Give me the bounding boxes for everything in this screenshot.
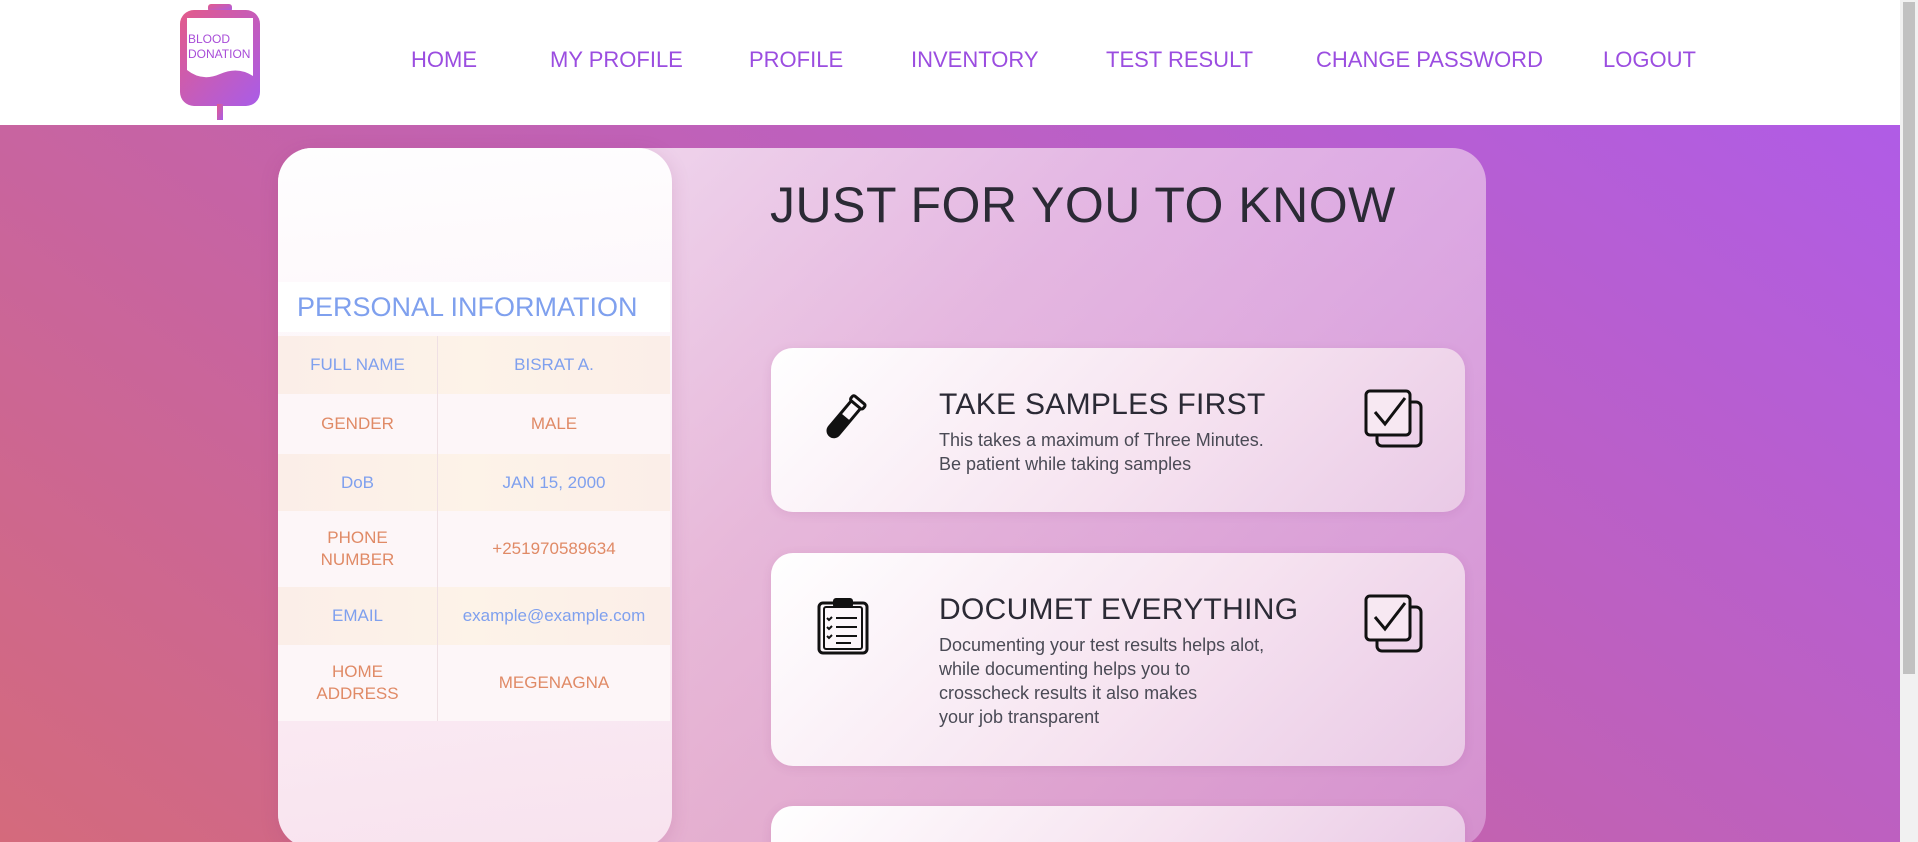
full-name-value: BISRAT A. — [514, 355, 594, 374]
nav-test-result[interactable]: TEST RESULT — [1106, 47, 1253, 73]
gender-value: MALE — [530, 414, 578, 433]
profile-header: PERSONAL INFORMATION — [278, 282, 670, 332]
blood-bag-icon — [180, 4, 260, 120]
nav-logout[interactable]: LOGOUT — [1603, 47, 1696, 73]
page-heading: JUST FOR YOU TO KNOW — [770, 177, 1396, 233]
checkbox-checked-icon — [1364, 594, 1423, 653]
table-row-gender: GENDER MALE — [278, 394, 670, 454]
card-description: Documenting your test results helps alot… — [939, 635, 1265, 727]
email-label: EMAIL — [278, 587, 438, 645]
table-row-address: HOME ADDRESS MEGENAGNA — [278, 645, 670, 721]
scrollbar-thumb[interactable] — [1903, 2, 1915, 674]
profile-card: PERSONAL INFORMATION FULL NAME BISRAT A.… — [278, 148, 672, 842]
checkbox-checked-icon — [1364, 389, 1423, 448]
phone-label: PHONE NUMBER — [278, 511, 438, 587]
info-card-samples: TAKE SAMPLES FIRST This takes a maximum … — [771, 348, 1465, 512]
full-name-label: FULL NAME — [278, 336, 438, 394]
profile-title: PERSONAL INFORMATION — [297, 292, 638, 322]
nav-change-password[interactable]: CHANGE PASSWORD — [1316, 47, 1543, 73]
blood-donation-logo[interactable]: BLOOD DONATION — [178, 4, 262, 120]
nav-my-profile[interactable]: MY PROFILE — [550, 47, 683, 73]
email-value: example@example.com — [462, 606, 646, 625]
vertical-scrollbar[interactable] — [1900, 0, 1918, 842]
logo-text: BLOOD DONATION — [188, 32, 251, 61]
nav-inventory[interactable]: INVENTORY — [911, 47, 1039, 73]
clipboard-icon — [817, 598, 869, 655]
table-row-phone: PHONE NUMBER +251970589634 — [278, 511, 670, 587]
dob-value: JAN 15, 2000 — [502, 472, 606, 492]
card-title: DOCUMET EVERYTHING — [939, 593, 1299, 626]
info-card-partial — [771, 806, 1465, 842]
test-tube-icon — [826, 394, 867, 439]
address-value: MEGENAGNA — [498, 673, 610, 692]
table-row-dob: DoB JAN 15, 2000 — [278, 454, 670, 511]
gender-label: GENDER — [278, 394, 438, 454]
info-card-documentation: DOCUMET EVERYTHING Documenting your test… — [771, 553, 1465, 766]
navbar: BLOOD DONATION HOME MY PROFILE PROFILE I… — [0, 0, 1900, 125]
card-description: This takes a maximum of Three Minutes. B… — [939, 430, 1264, 474]
nav-profile[interactable]: PROFILE — [749, 47, 843, 73]
nav-home[interactable]: HOME — [411, 47, 477, 73]
address-label: HOME ADDRESS — [278, 645, 438, 721]
table-row-full-name: FULL NAME BISRAT A. — [278, 336, 670, 394]
dob-label: DoB — [278, 454, 438, 511]
card-title: TAKE SAMPLES FIRST — [939, 388, 1266, 421]
table-row-email: EMAIL example@example.com — [278, 587, 670, 645]
phone-value: +251970589634 — [492, 539, 616, 558]
